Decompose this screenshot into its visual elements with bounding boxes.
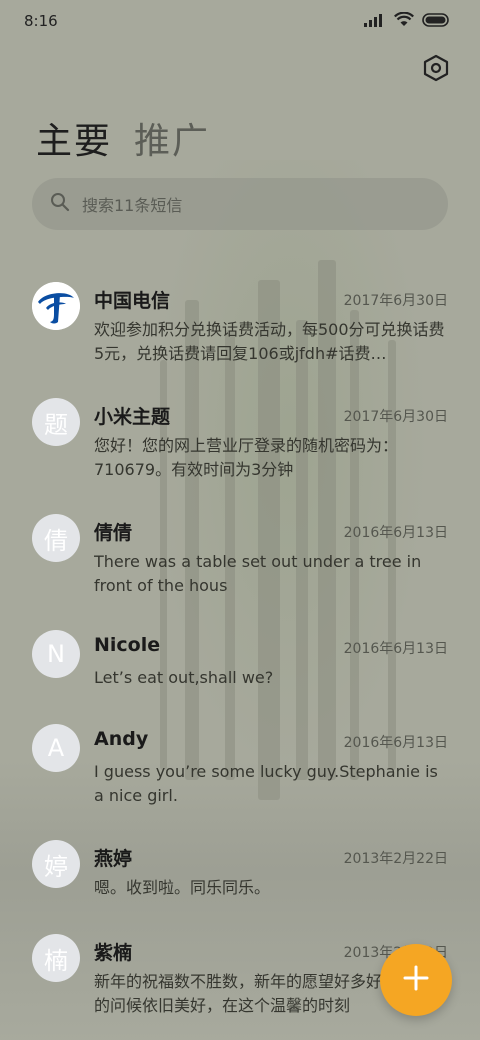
avatar: 题 [32,398,80,446]
avatar: 楠 [32,934,80,982]
message-item[interactable]: 中国电信 2017年6月30日 欢迎参加积分兑换话费活动，每500分可兑换话费5… [0,270,480,380]
wifi-icon [394,11,414,31]
contact-name: Andy [94,728,149,750]
message-preview: 欢迎参加积分兑换话费活动，每500分可兑换话费5元，兑换话费请回复106或jfd… [94,320,445,363]
search-input[interactable]: 搜索11条短信 [82,192,182,216]
contact-name: Nicole [94,634,161,656]
avatar: 婷 [32,840,80,888]
plus-icon [403,965,429,995]
message-item[interactable]: 题 小米主题 2017年6月30日 您好！您的网上营业厅登录的随机密码为：710… [0,386,480,496]
china-telecom-logo [32,282,80,330]
message-preview: 您好！您的网上营业厅登录的随机密码为：710679。有效时间为3分钟 [94,436,399,479]
message-date: 2016年6月13日 [343,735,448,751]
contact-name: 紫楠 [94,942,133,964]
contact-name: 小米主题 [94,406,171,428]
message-date: 2016年6月13日 [343,641,448,657]
search-icon [50,192,70,216]
new-message-button[interactable] [380,944,452,1016]
message-preview: Let’s eat out,shall we? [94,668,274,687]
avatar: 倩 [32,514,80,562]
tab-promotions[interactable]: 推广 [134,112,210,164]
settings-button[interactable] [420,54,452,86]
settings-hexagon-icon [423,54,449,86]
avatar: N [32,630,80,678]
message-date: 2017年6月30日 [343,293,448,309]
contact-name: 燕婷 [94,848,133,870]
message-date: 2017年6月30日 [343,409,448,425]
status-bar: 8:16 [0,0,480,42]
message-item[interactable]: A Andy 2016年6月13日 I guess you’re some lu… [0,712,480,822]
avatar: A [32,724,80,772]
tab-bar: 主要 推广 [36,112,210,164]
search-bar[interactable]: 搜索11条短信 [32,178,448,230]
battery-icon [422,12,450,31]
message-preview: I guess you’re some lucky guy.Stephanie … [94,762,438,805]
message-date: 2013年2月22日 [343,851,448,867]
message-preview: There was a table set out under a tree i… [94,552,422,595]
message-preview: 嗯。收到啦。同乐同乐。 [94,878,271,897]
status-time: 8:16 [24,12,58,30]
signal-icon [364,12,386,31]
contact-name: 中国电信 [94,290,171,312]
message-item[interactable]: 倩 倩倩 2016年6月13日 There was a table set ou… [0,502,480,612]
contact-name: 倩倩 [94,522,133,544]
tab-primary[interactable]: 主要 [36,112,112,164]
message-date: 2016年6月13日 [343,525,448,541]
